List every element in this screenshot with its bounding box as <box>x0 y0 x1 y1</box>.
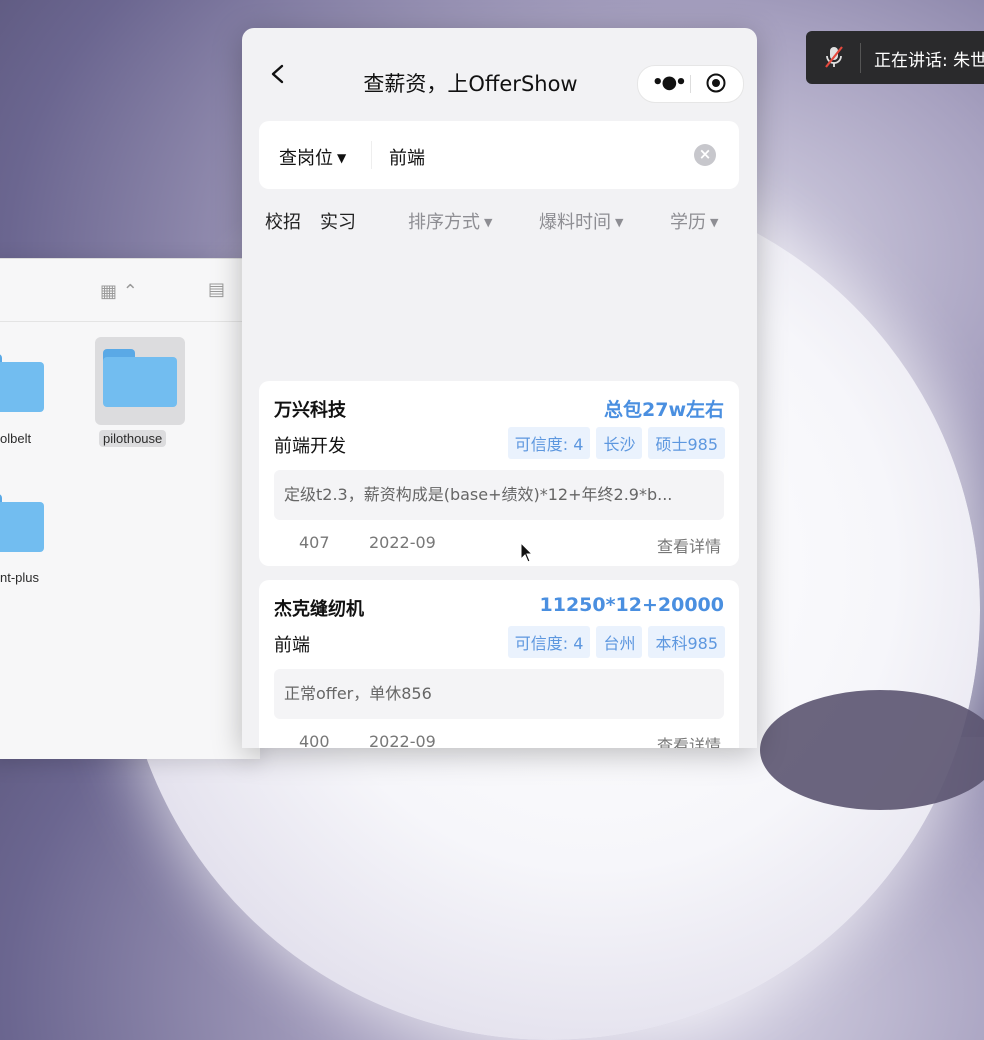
filter-education[interactable]: 学历 ▼ <box>670 208 718 234</box>
filter-education-label: 学历 <box>670 212 706 233</box>
finder-window: ▦ ⌃ ▤ olbelt pilothouse nt-plus <box>0 258 260 759</box>
filter-time[interactable]: 爆料时间 ▼ <box>539 208 623 234</box>
offer-description: 正常offer，单休856 <box>274 669 724 719</box>
offer-card[interactable]: 万兴科技 总包27w左右 前端开发 可信度: 4 长沙 硕士985 定级t2.3… <box>259 381 739 566</box>
background-shape <box>760 690 984 810</box>
grid-view-icon[interactable]: ▦ ⌃ <box>100 281 138 302</box>
search-input[interactable]: 前端 <box>389 144 425 170</box>
position-name: 前端开发 <box>274 436 346 457</box>
caret-down-icon: ▼ <box>484 216 493 229</box>
search-bar: 查岗位 ▼ 前端 × <box>259 121 739 189</box>
group-view-icon[interactable]: ▤ <box>208 279 225 300</box>
caret-down-icon: ▼ <box>710 216 719 229</box>
mouse-cursor-icon <box>520 542 534 563</box>
tag-list: 可信度: 4 长沙 硕士985 <box>507 427 725 459</box>
view-details-link[interactable]: 查看详情 <box>657 533 721 557</box>
filter-time-label: 爆料时间 <box>539 212 611 233</box>
folder-label[interactable]: pilothouse <box>99 430 167 447</box>
filter-intern[interactable]: 实习 <box>320 208 356 234</box>
view-count: 407 <box>299 533 330 552</box>
company-name: 万兴科技 <box>274 400 346 421</box>
speaking-indicator: 正在讲话: 朱世 <box>806 31 984 84</box>
filter-bar: 校招 实习 排序方式 ▼ 爆料时间 ▼ 学历 ▼ <box>242 208 757 238</box>
post-date: 2022-09 <box>369 533 436 552</box>
credibility-tag: 可信度: 4 <box>507 626 591 658</box>
position-name: 前端 <box>274 635 310 656</box>
education-tag: 硕士985 <box>648 427 725 459</box>
close-miniapp-icon[interactable] <box>706 73 726 93</box>
city-tag: 长沙 <box>596 427 643 459</box>
view-details-link[interactable]: 查看详情 <box>657 732 721 748</box>
folder-icon[interactable] <box>0 494 44 552</box>
folder-icon[interactable] <box>0 354 44 412</box>
education-tag: 本科985 <box>648 626 725 658</box>
offer-card[interactable]: 杰克缝纫机 11250*12+20000 前端 可信度: 4 台州 本科985 … <box>259 580 739 748</box>
company-name: 杰克缝纫机 <box>274 599 364 620</box>
folder-label[interactable]: nt-plus <box>0 570 39 585</box>
offer-description: 定级t2.3，薪资构成是(base+绩效)*12+年终2.9*b... <box>274 470 724 520</box>
salary-text: 11250*12+20000 <box>539 594 725 616</box>
more-icon[interactable]: •●• <box>652 72 687 93</box>
clear-icon[interactable]: × <box>694 144 716 166</box>
filter-sort[interactable]: 排序方式 ▼ <box>408 208 492 234</box>
caret-down-icon: ▼ <box>615 216 624 229</box>
filter-campus[interactable]: 校招 <box>265 208 301 234</box>
miniapp-panel: 查薪资，上OfferShow •●• 查岗位 ▼ 前端 × 校招 实习 排序方式 ▼… <box>242 28 757 748</box>
tag-list: 可信度: 4 台州 本科985 <box>507 626 725 658</box>
search-type-label: 查岗位 <box>279 148 333 169</box>
search-type-dropdown[interactable]: 查岗位 ▼ <box>279 144 346 170</box>
post-date: 2022-09 <box>369 732 436 748</box>
folder-label[interactable]: olbelt <box>0 431 31 446</box>
filter-sort-label: 排序方式 <box>408 212 480 233</box>
credibility-tag: 可信度: 4 <box>507 427 591 459</box>
view-count: 400 <box>299 732 330 748</box>
city-tag: 台州 <box>596 626 643 658</box>
miniapp-capsule: •●• <box>637 65 744 103</box>
caret-down-icon: ▼ <box>337 151 347 165</box>
salary-text: 总包27w左右 <box>604 399 724 421</box>
muted-mic-icon[interactable] <box>824 45 844 69</box>
finder-toolbar: ▦ ⌃ ▤ <box>0 259 260 322</box>
nav-bar: 查薪资，上OfferShow •●• <box>242 28 757 120</box>
speaking-text: 正在讲话: 朱世 <box>874 51 984 71</box>
folder-icon[interactable] <box>103 349 177 407</box>
